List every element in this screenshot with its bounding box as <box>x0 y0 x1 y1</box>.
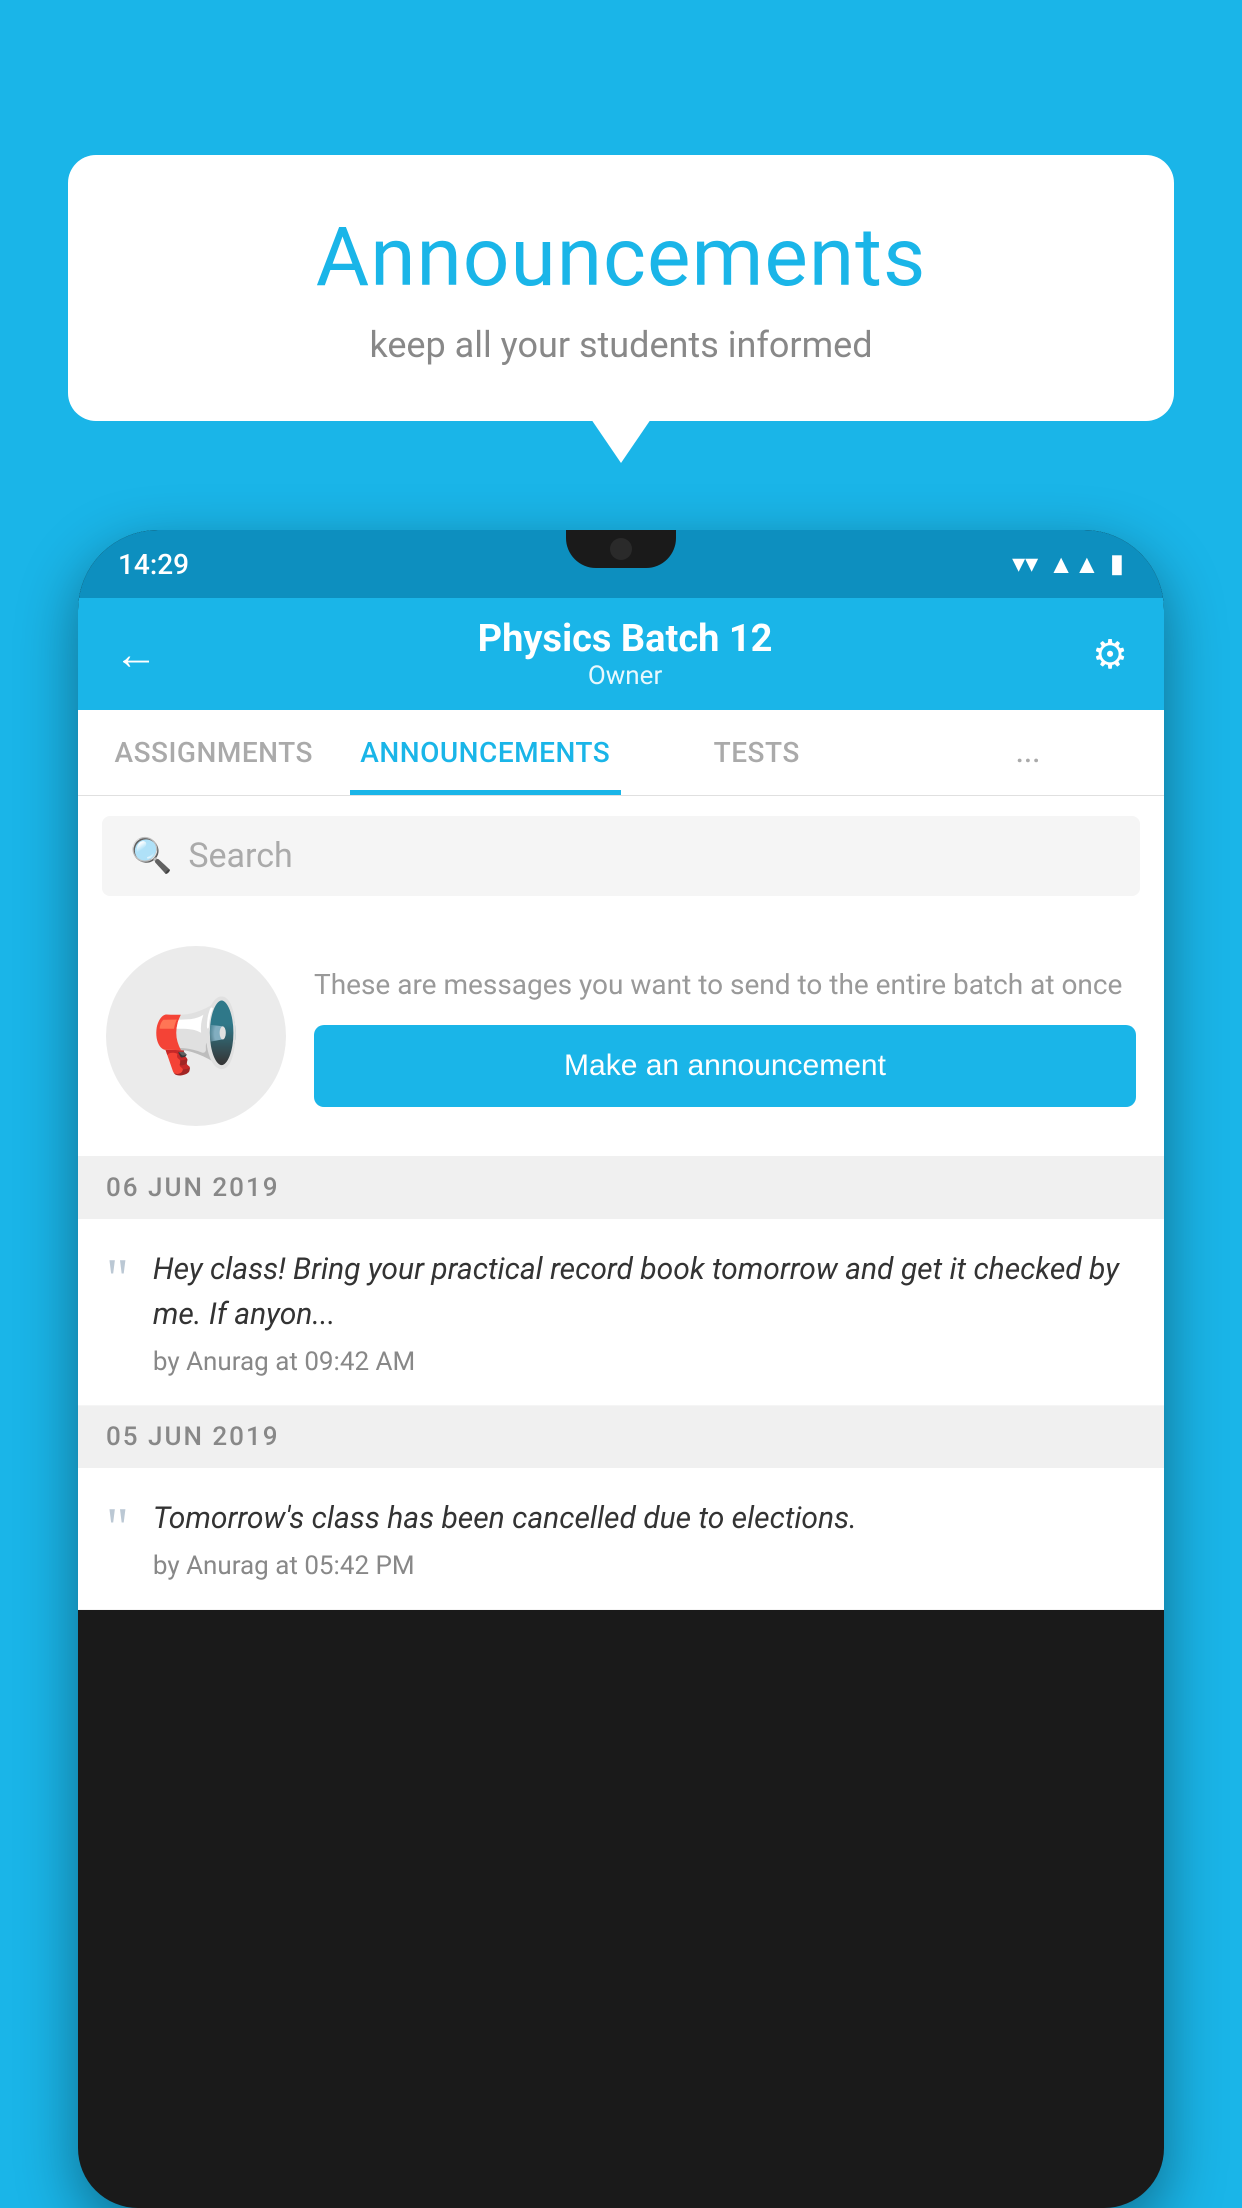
quote-icon-1: " <box>106 1251 129 1307</box>
speech-bubble-section: Announcements keep all your students inf… <box>68 155 1174 421</box>
search-bar[interactable]: 🔍 Search <box>102 816 1140 896</box>
phone-screen: 14:29 ▾▾ ▲▲ ▮ ← Physics Batch 12 Owner ⚙ <box>78 530 1164 2208</box>
app-bar-title: Physics Batch 12 <box>158 617 1092 661</box>
search-icon: 🔍 <box>130 836 172 876</box>
screen-body: 14:29 ▾▾ ▲▲ ▮ ← Physics Batch 12 Owner ⚙ <box>78 530 1164 2208</box>
announcement-content-2: Tomorrow's class has been cancelled due … <box>153 1496 1136 1581</box>
tab-more[interactable]: ... <box>893 710 1165 795</box>
app-bar-subtitle: Owner <box>158 661 1092 691</box>
announcement-meta-2: by Anurag at 05:42 PM <box>153 1551 1136 1581</box>
announcement-promo: 📢 These are messages you want to send to… <box>78 916 1164 1157</box>
search-placeholder: Search <box>188 836 292 876</box>
announcement-content-1: Hey class! Bring your practical record b… <box>153 1247 1136 1377</box>
date-separator-1: 06 JUN 2019 <box>78 1157 1164 1219</box>
announcement-promo-text: These are messages you want to send to t… <box>314 965 1136 1004</box>
announcement-meta-1: by Anurag at 09:42 AM <box>153 1347 1136 1377</box>
quote-icon-2: " <box>106 1500 129 1556</box>
announcement-promo-right: These are messages you want to send to t… <box>314 965 1136 1106</box>
tabs-container: ASSIGNMENTS ANNOUNCEMENTS TESTS ... <box>78 710 1164 796</box>
status-bar: 14:29 ▾▾ ▲▲ ▮ <box>78 530 1164 598</box>
announcement-text-2: Tomorrow's class has been cancelled due … <box>153 1496 1136 1541</box>
make-announcement-button[interactable]: Make an announcement <box>314 1025 1136 1107</box>
app-bar: ← Physics Batch 12 Owner ⚙ <box>78 598 1164 710</box>
announcement-icon-circle: 📢 <box>106 946 286 1126</box>
speech-bubble-title: Announcements <box>128 210 1114 306</box>
app-bar-center: Physics Batch 12 Owner <box>158 617 1092 691</box>
wifi-icon: ▾▾ <box>1012 549 1038 579</box>
battery-icon: ▮ <box>1110 549 1124 579</box>
tab-assignments[interactable]: ASSIGNMENTS <box>78 710 350 795</box>
notch <box>566 530 676 568</box>
megaphone-icon: 📢 <box>151 994 241 1079</box>
announcement-item-1: " Hey class! Bring your practical record… <box>78 1219 1164 1406</box>
tab-announcements[interactable]: ANNOUNCEMENTS <box>350 710 622 795</box>
status-time: 14:29 <box>118 548 189 581</box>
search-bar-container: 🔍 Search <box>78 796 1164 916</box>
speech-bubble: Announcements keep all your students inf… <box>68 155 1174 421</box>
notch-camera <box>610 538 632 560</box>
announcement-text-1: Hey class! Bring your practical record b… <box>153 1247 1136 1337</box>
signal-icon: ▲▲ <box>1048 549 1099 580</box>
speech-bubble-subtitle: keep all your students informed <box>128 324 1114 366</box>
date-separator-2: 05 JUN 2019 <box>78 1406 1164 1468</box>
phone-frame: 14:29 ▾▾ ▲▲ ▮ ← Physics Batch 12 Owner ⚙ <box>78 530 1164 2208</box>
tab-tests[interactable]: TESTS <box>621 710 893 795</box>
announcement-item-2: " Tomorrow's class has been cancelled du… <box>78 1468 1164 1610</box>
back-button[interactable]: ← <box>114 628 158 680</box>
status-icons: ▾▾ ▲▲ ▮ <box>1012 549 1124 580</box>
settings-icon[interactable]: ⚙ <box>1092 631 1128 678</box>
